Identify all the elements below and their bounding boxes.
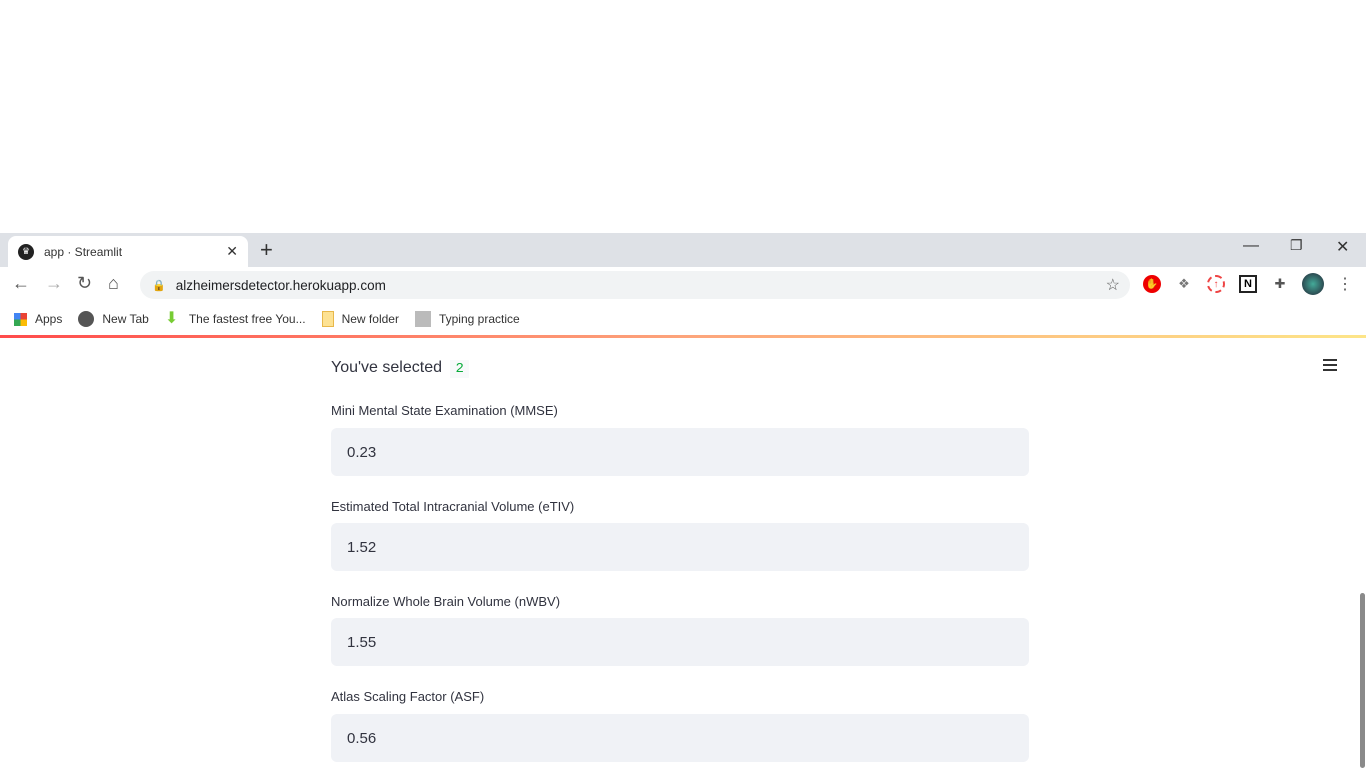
tab-strip: ♛ app · Streamlit ✕ + — ❐ ✕: [0, 233, 1366, 267]
bookmark-label: New Tab: [102, 312, 149, 326]
close-tab-icon[interactable]: ✕: [226, 243, 238, 260]
upload-icon[interactable]: ↑: [1207, 275, 1225, 293]
browser-toolbar: ← → ↻ ⌂ 🔒 alzheimersdetector.herokuapp.c…: [0, 267, 1366, 303]
mmse-label: Mini Mental State Examination (MMSE): [331, 403, 558, 418]
asf-label: Atlas Scaling Factor (ASF): [331, 689, 485, 704]
nwbv-input[interactable]: 1.55: [331, 618, 1029, 666]
nwbv-label: Normalize Whole Brain Volume (nWBV): [331, 594, 561, 609]
blank-area: [0, 0, 1366, 233]
reload-icon[interactable]: ↻: [77, 273, 92, 294]
close-window-icon[interactable]: ✕: [1336, 237, 1349, 257]
restore-icon[interactable]: ❐: [1290, 237, 1303, 254]
etiv-input[interactable]: 1.52: [331, 523, 1029, 571]
globe-icon: [78, 311, 95, 327]
bookmark-fastest-free[interactable]: ⬇ The fastest free You...: [165, 311, 306, 327]
streamlit-crown-icon: ♛: [18, 243, 34, 260]
address-bar[interactable]: 🔒 alzheimersdetector.herokuapp.com ☆: [140, 271, 1130, 299]
hamburger-menu-icon[interactable]: [1323, 359, 1337, 371]
apps-grid-icon: [14, 312, 27, 326]
forward-icon[interactable]: →: [45, 273, 63, 294]
selected-label: You've selected: [331, 359, 442, 376]
bookmark-label: Typing practice: [438, 312, 520, 326]
bookmark-new-folder[interactable]: New folder: [321, 311, 399, 327]
lock-icon: 🔒: [152, 279, 166, 292]
new-tab-button[interactable]: +: [260, 237, 273, 263]
bookmark-label: Apps: [35, 312, 63, 326]
bookmark-new-tab[interactable]: New Tab: [78, 311, 149, 327]
bookmark-typing-practice[interactable]: Typing practice: [414, 311, 520, 327]
etiv-label: Estimated Total Intracranial Volume (eTI…: [331, 499, 575, 514]
profile-avatar[interactable]: [1302, 273, 1324, 295]
notion-icon[interactable]: N: [1239, 275, 1257, 293]
bookmark-label: The fastest free You...: [188, 312, 306, 326]
bookmark-apps[interactable]: Apps: [14, 312, 62, 326]
url-text: alzheimersdetector.herokuapp.com: [175, 277, 386, 293]
selected-value: 2: [450, 360, 469, 378]
minimize-icon[interactable]: —: [1243, 237, 1259, 255]
home-icon[interactable]: ⌂: [108, 273, 119, 294]
asf-input[interactable]: 0.56: [331, 714, 1029, 762]
menu-kebab-icon[interactable]: ⋮: [1336, 275, 1354, 293]
dropbox-icon[interactable]: ❖: [1175, 275, 1193, 293]
folder-icon: [321, 311, 334, 327]
bookmark-label: New folder: [341, 312, 399, 326]
browser-tab[interactable]: ♛ app · Streamlit ✕: [8, 236, 248, 267]
streamlit-main: You've selected 2 Mini Mental State Exam…: [0, 338, 1366, 768]
scrollbar[interactable]: [1360, 593, 1365, 768]
mmse-input[interactable]: 0.23: [331, 428, 1029, 476]
selection-text: You've selected 2: [331, 359, 469, 378]
puzzle-icon[interactable]: ✚: [1271, 275, 1289, 293]
bookmark-star-icon[interactable]: ☆: [1106, 275, 1120, 295]
tab-title: app · Streamlit: [44, 244, 123, 259]
typing-icon: [414, 311, 431, 327]
adblock-icon[interactable]: ✋: [1143, 275, 1161, 293]
back-icon[interactable]: ←: [12, 273, 30, 294]
bookmarks-bar: Apps New Tab ⬇ The fastest free You... N…: [0, 303, 1366, 335]
download-arrow-icon: ⬇: [164, 310, 179, 327]
